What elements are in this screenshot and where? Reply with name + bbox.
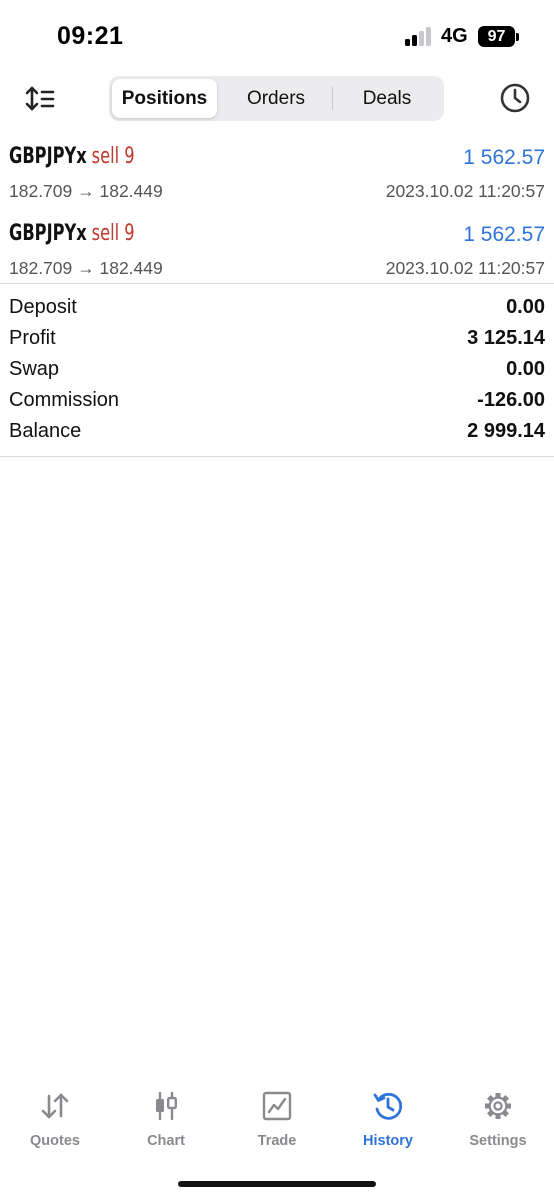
summary-label: Swap (9, 358, 60, 380)
summary-label: Deposit (9, 296, 77, 318)
summary-value: 3 125.14 (467, 327, 545, 349)
position-symbol: GBPJPYx (9, 221, 87, 246)
position-date: 2023.10.02 11:20:57 (385, 181, 545, 201)
position-row[interactable]: GBPJPYx sell 9 1 562.57 182.709 → 182.449… (0, 215, 554, 291)
status-time: 09:21 (57, 22, 124, 50)
summary-balance: Balance 2 999.14 (0, 417, 554, 448)
summary-label: Balance (9, 420, 82, 442)
summary-profit: Profit 3 125.14 (0, 324, 554, 355)
signal-icon (405, 27, 433, 46)
gear-icon (485, 1093, 511, 1119)
view-segmented-control: Positions Orders Deals (109, 76, 444, 121)
status-bar: 09:21 4G 97 (0, 0, 554, 70)
battery-level: 97 (487, 28, 506, 45)
position-symbol-line: GBPJPYx sell 9 (9, 221, 135, 246)
tabbar-label: Quotes (30, 1133, 80, 1149)
tab-orders[interactable]: Orders (220, 79, 332, 118)
summary-label: Commission (9, 389, 120, 411)
summary-value: -126.00 (477, 389, 545, 411)
position-date: 2023.10.02 11:20:57 (385, 258, 545, 278)
summary-value: 0.00 (506, 358, 545, 380)
history-period-button[interactable] (499, 82, 531, 114)
quotes-icon (41, 1093, 69, 1119)
position-side: sell 9 (91, 144, 135, 169)
summary-value: 0.00 (506, 296, 545, 318)
position-profit: 1 562.57 (463, 146, 545, 169)
tabbar-quotes[interactable]: Quotes (5, 1090, 105, 1160)
home-indicator (178, 1181, 376, 1187)
history-icon (373, 1092, 403, 1120)
tabbar-label: Settings (469, 1133, 527, 1149)
tabbar-chart[interactable]: Chart (116, 1090, 216, 1160)
position-prices: 182.709 → 182.449 (9, 258, 163, 278)
position-symbol: GBPJPYx (9, 144, 87, 169)
summary-value: 2 999.14 (467, 420, 545, 442)
tabbar-label: Trade (257, 1133, 297, 1149)
tab-deals[interactable]: Deals (333, 79, 441, 118)
position-symbol-line: GBPJPYx sell 9 (9, 144, 135, 169)
clock-icon (500, 83, 530, 113)
position-side: sell 9 (91, 221, 135, 246)
battery-icon: 97 (478, 26, 515, 47)
position-row[interactable]: GBPJPYx sell 9 1 562.57 182.709 → 182.449… (0, 138, 554, 214)
network-type: 4G (441, 25, 468, 47)
summary-swap: Swap 0.00 (0, 355, 554, 386)
tabbar-label: Chart (147, 1133, 185, 1149)
tab-positions[interactable]: Positions (112, 79, 217, 118)
trade-icon (262, 1091, 292, 1121)
battery-cap (516, 33, 519, 41)
sort-button[interactable] (22, 84, 58, 114)
divider (0, 283, 554, 284)
tabbar-label: History (363, 1133, 413, 1149)
summary-deposit: Deposit 0.00 (0, 293, 554, 324)
summary-label: Profit (9, 327, 56, 349)
tabbar-trade[interactable]: Trade (227, 1090, 327, 1160)
position-prices: 182.709 → 182.449 (9, 181, 163, 201)
tabbar-history[interactable]: History (338, 1090, 438, 1160)
chart-icon (156, 1091, 178, 1121)
sort-icon (25, 86, 55, 111)
summary-commission: Commission -126.00 (0, 386, 554, 417)
divider (0, 456, 554, 457)
position-profit: 1 562.57 (463, 223, 545, 246)
tabbar-settings[interactable]: Settings (448, 1090, 548, 1160)
